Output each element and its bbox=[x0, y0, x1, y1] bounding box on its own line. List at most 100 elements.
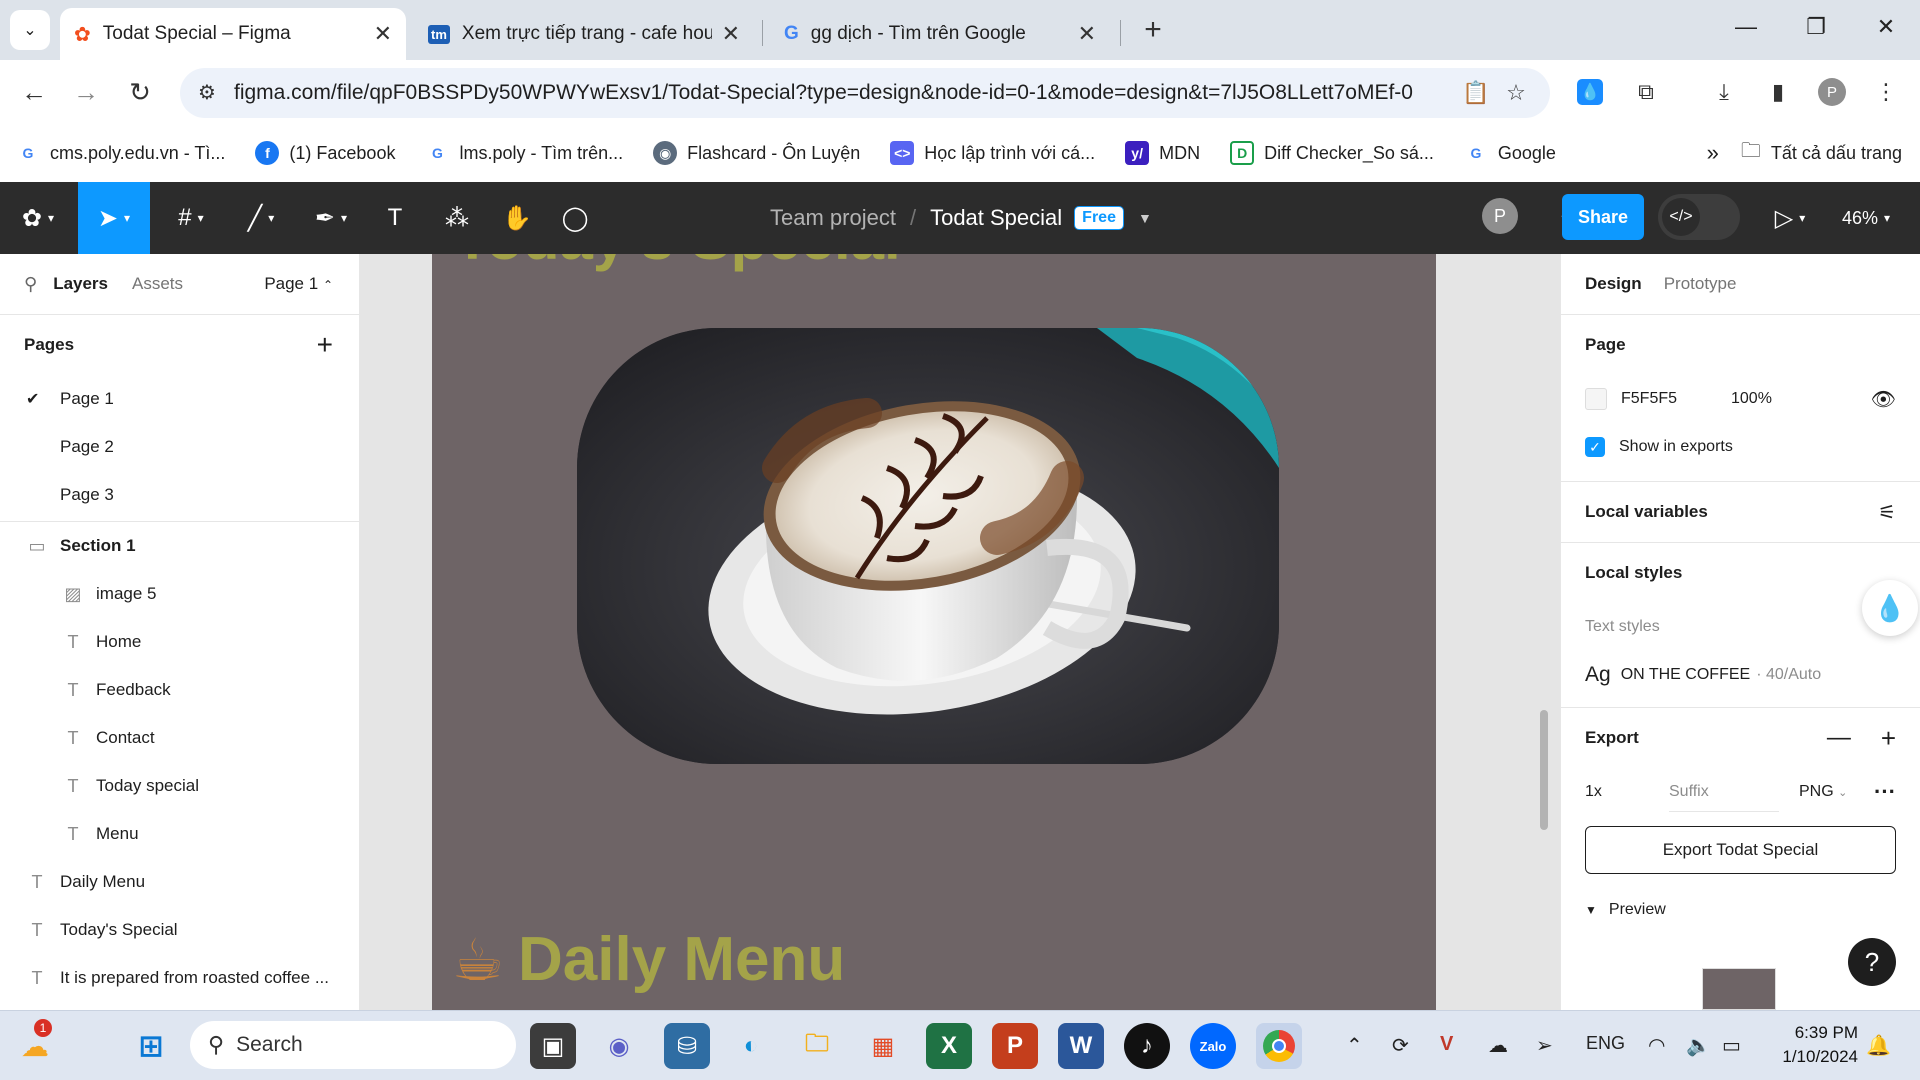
close-window-button[interactable]: ✕ bbox=[1866, 14, 1906, 40]
battery-icon[interactable]: ▭ bbox=[1722, 1033, 1741, 1058]
windows-start-icon[interactable]: ⊞ bbox=[128, 1023, 174, 1069]
daily-menu-heading[interactable]: ☕ Daily Menu bbox=[452, 924, 845, 995]
tab-search-button[interactable]: ⌄ bbox=[10, 10, 50, 50]
page-item[interactable]: Page 2 bbox=[0, 423, 359, 471]
layer-row[interactable]: T It is prepared from roasted coffee ... bbox=[0, 954, 359, 1002]
pen-tool-button[interactable]: ✒ ▾ bbox=[300, 182, 362, 254]
word-icon[interactable]: W bbox=[1058, 1023, 1104, 1069]
chrome-icon[interactable] bbox=[1256, 1023, 1302, 1069]
tab-cafe-house[interactable]: tm Xem trực tiếp trang - cafe house ✕ bbox=[414, 8, 754, 60]
url-text[interactable]: figma.com/file/qpF0BSSPDy50WPWYwExsv1/To… bbox=[234, 81, 1456, 105]
local-variables-row[interactable]: Local variables ⚟ bbox=[1585, 482, 1896, 542]
clipboard-icon[interactable]: 📋 bbox=[1456, 80, 1496, 106]
taskbar-search[interactable]: ⚲ Search bbox=[190, 1021, 516, 1069]
tab-prototype[interactable]: Prototype bbox=[1664, 274, 1737, 294]
file-name[interactable]: Todat Special bbox=[930, 205, 1062, 231]
share-button[interactable]: Share bbox=[1562, 194, 1644, 240]
text-tool-button[interactable]: T bbox=[370, 182, 420, 254]
mysql-workbench-icon[interactable]: ⛁ bbox=[664, 1023, 710, 1069]
tiktok-icon[interactable]: ♪ bbox=[1124, 1023, 1170, 1069]
cloud-offline-icon[interactable]: ☁ bbox=[1488, 1033, 1508, 1058]
layer-row[interactable]: T Feedback bbox=[0, 666, 359, 714]
main-menu-button[interactable]: ✿ ▾ bbox=[8, 182, 68, 254]
design-frame[interactable]: Today's Special bbox=[432, 254, 1436, 1010]
layer-row[interactable]: T Menu bbox=[0, 810, 359, 858]
zalo-icon[interactable]: Zalo bbox=[1190, 1023, 1236, 1069]
location-icon[interactable]: ➢ bbox=[1536, 1033, 1553, 1058]
text-style-item[interactable]: Ag ON THE COFFEE · 40/Auto bbox=[1585, 651, 1896, 699]
avatar[interactable]: P bbox=[1482, 198, 1518, 234]
wifi-icon[interactable]: ◠ bbox=[1648, 1033, 1665, 1058]
present-button[interactable]: ▷ ▾ bbox=[1762, 182, 1818, 254]
export-format-select[interactable]: PNG ⌄ bbox=[1799, 783, 1847, 801]
microsoft-store-icon[interactable]: ▦ bbox=[860, 1023, 906, 1069]
tab-layers[interactable]: Layers bbox=[53, 274, 108, 294]
preview-toggle[interactable]: ▼ Preview bbox=[1585, 886, 1896, 934]
download-icon[interactable]: ⤓ bbox=[1706, 74, 1742, 110]
more-icon[interactable]: ··· bbox=[1874, 779, 1896, 805]
layer-row[interactable]: T Today's Special bbox=[0, 906, 359, 954]
export-suffix-input[interactable]: Suffix bbox=[1669, 773, 1779, 812]
plan-badge[interactable]: Free bbox=[1074, 206, 1124, 230]
clock[interactable]: 6:39 PM 1/10/2024 bbox=[1762, 1021, 1858, 1069]
tab-figma[interactable]: ✿ Todat Special – Figma ✕ bbox=[60, 8, 406, 60]
close-icon[interactable]: ✕ bbox=[1078, 21, 1096, 47]
sync-icon[interactable]: ⟳ bbox=[1392, 1033, 1409, 1058]
new-tab-button[interactable]: + bbox=[1136, 14, 1170, 48]
task-view-icon[interactable]: ▣ bbox=[530, 1023, 576, 1069]
edge-icon[interactable]: ◐ bbox=[728, 1023, 774, 1069]
bookmark-item[interactable]: D Diff Checker_So sá... bbox=[1230, 141, 1434, 165]
water-drop-extension-icon[interactable]: 💧 bbox=[1862, 580, 1918, 636]
layer-row[interactable]: T Today special bbox=[0, 762, 359, 810]
page-selector[interactable]: Page 1 ⌃ bbox=[264, 274, 333, 294]
export-button[interactable]: Export Todat Special bbox=[1585, 826, 1896, 874]
bookmark-item[interactable]: Glms.poly - Tìm trên... bbox=[425, 141, 623, 165]
layer-row[interactable]: ▭ Section 1 bbox=[0, 522, 359, 570]
layer-row[interactable]: T Home bbox=[0, 618, 359, 666]
tab-google-translate[interactable]: G gg dịch - Tìm trên Google ✕ bbox=[770, 8, 1110, 60]
forward-button[interactable]: → bbox=[68, 74, 104, 110]
help-button[interactable]: ? bbox=[1848, 938, 1896, 986]
coffee-image[interactable] bbox=[577, 328, 1279, 764]
bookmark-item[interactable]: Gcms.poly.edu.vn - Tì... bbox=[16, 141, 226, 165]
minimize-button[interactable]: — bbox=[1726, 14, 1766, 40]
color-swatch[interactable] bbox=[1585, 388, 1607, 410]
star-icon[interactable]: ☆ bbox=[1496, 80, 1536, 106]
excel-icon[interactable]: X bbox=[926, 1023, 972, 1069]
frame-tool-button[interactable]: # ▾ bbox=[160, 182, 222, 254]
bookmark-item[interactable]: y/MDN bbox=[1125, 141, 1200, 165]
bookmark-item[interactable]: G Google bbox=[1464, 141, 1556, 165]
volume-icon[interactable]: 🔈 bbox=[1686, 1033, 1711, 1058]
canvas-scrollbar[interactable] bbox=[1540, 710, 1548, 830]
file-explorer-icon[interactable]: 🗀 bbox=[794, 1023, 840, 1069]
search-icon[interactable]: ⚲ bbox=[24, 274, 37, 295]
plus-icon[interactable]: + bbox=[1881, 723, 1896, 754]
bookmark-item[interactable]: <> Học lập trình với cá... bbox=[890, 141, 1095, 165]
reload-button[interactable]: ↻ bbox=[122, 74, 158, 110]
export-scale[interactable]: 1x bbox=[1585, 783, 1669, 801]
page-opacity-value[interactable]: 100% bbox=[1731, 390, 1772, 408]
layer-row[interactable]: T Daily Menu bbox=[0, 858, 359, 906]
show-in-exports-row[interactable]: ✓ Show in exports bbox=[1585, 423, 1896, 471]
bookmark-item[interactable]: ◉ Flashcard - Ôn Luyện bbox=[653, 141, 860, 165]
chevron-up-icon[interactable]: ⌃ bbox=[1346, 1033, 1363, 1058]
powerpoint-icon[interactable]: P bbox=[992, 1023, 1038, 1069]
todays-special-heading[interactable]: Today's Special bbox=[454, 254, 901, 273]
zoom-menu[interactable]: 46% ▾ bbox=[1826, 182, 1906, 254]
vietkey-icon[interactable]: V bbox=[1440, 1033, 1453, 1056]
eye-icon[interactable]: 👁 bbox=[1871, 387, 1896, 412]
all-bookmarks-button[interactable]: 🗀 Tất cả dấu trang bbox=[1741, 136, 1902, 170]
dev-mode-toggle[interactable]: </> bbox=[1658, 194, 1740, 240]
layer-row[interactable]: T Contact bbox=[0, 714, 359, 762]
back-button[interactable]: ← bbox=[16, 74, 52, 110]
chrome-menu-icon[interactable]: ⋮ bbox=[1868, 74, 1904, 110]
shape-tool-button[interactable]: ╱ ▾ bbox=[230, 182, 292, 254]
team-name[interactable]: Team project bbox=[770, 205, 896, 231]
chevron-down-icon[interactable]: ▼ bbox=[1138, 210, 1152, 226]
hand-tool-button[interactable]: ✋ bbox=[492, 182, 542, 254]
resources-tool-button[interactable]: ⁂ bbox=[432, 182, 482, 254]
checkbox-checked-icon[interactable]: ✓ bbox=[1585, 437, 1605, 457]
tab-design[interactable]: Design bbox=[1585, 274, 1642, 294]
bookmark-item[interactable]: f (1) Facebook bbox=[255, 141, 395, 165]
design-canvas[interactable]: Today's Special bbox=[360, 254, 1560, 1010]
